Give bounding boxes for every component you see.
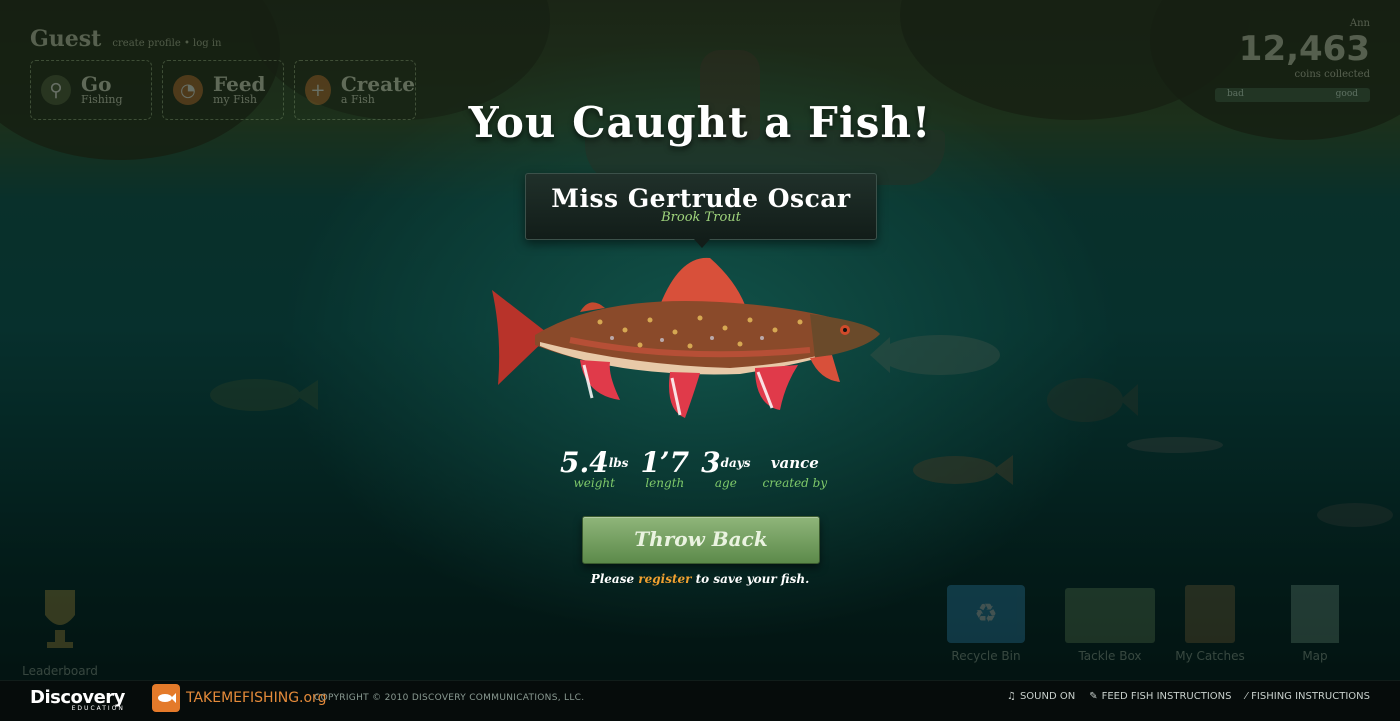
map-button[interactable]: Map bbox=[1285, 585, 1345, 663]
fishing-instructions-link[interactable]: ⁄ FISHING INSTRUCTIONS bbox=[1246, 691, 1371, 702]
creator-stat: vance created by bbox=[763, 448, 828, 490]
recycle-bin-label: Recycle Bin bbox=[951, 649, 1021, 663]
recycle-icon: ♻ bbox=[947, 585, 1025, 643]
recycle-bin-button[interactable]: ♻ Recycle Bin bbox=[946, 585, 1026, 663]
fishing-rod-icon: ⁄ bbox=[1245, 691, 1248, 702]
creator-label: created by bbox=[762, 476, 828, 490]
catches-icon bbox=[1185, 585, 1235, 643]
register-link[interactable]: register bbox=[638, 572, 691, 586]
profile-links[interactable]: create profile • log in bbox=[112, 38, 221, 49]
sound-toggle[interactable]: ♫ SOUND ON bbox=[1007, 691, 1075, 702]
sound-label: SOUND ON bbox=[1019, 691, 1076, 702]
creator-value: vance bbox=[770, 454, 819, 472]
takemefishing-logo[interactable]: TAKEMEFISHING.org bbox=[152, 684, 326, 712]
user-area: Guest create profile • log in bbox=[30, 26, 221, 52]
tackle-box-label: Tackle Box bbox=[1078, 649, 1142, 663]
score-sub: coins collected bbox=[1294, 69, 1370, 80]
score-value: 12,463 bbox=[1238, 29, 1370, 69]
leaderboard-button[interactable]: Leaderboard bbox=[20, 585, 100, 678]
music-note-icon: ♫ bbox=[1006, 691, 1016, 702]
nav-title: Create bbox=[340, 72, 415, 96]
feather-icon: ✎ bbox=[1089, 691, 1098, 702]
user-name: Guest bbox=[30, 26, 102, 52]
fish-name: Miss Gertrude Oscar bbox=[551, 184, 851, 213]
discovery-logo[interactable]: Discovery EDUCATION bbox=[30, 687, 125, 712]
length-stat: 1’7 length bbox=[640, 446, 690, 491]
fish-nameplate: Miss Gertrude Oscar Brook Trout bbox=[525, 173, 877, 248]
fish-logo-icon bbox=[152, 684, 180, 712]
age-stat: 3days age bbox=[701, 446, 751, 491]
tackle-box-button[interactable]: Tackle Box bbox=[1060, 585, 1160, 663]
age-unit: days bbox=[720, 456, 751, 470]
score-label: Ann bbox=[1349, 18, 1370, 29]
score-panel: Ann 12,463 coins collected bbox=[1239, 18, 1370, 80]
my-catches-label: My Catches bbox=[1175, 649, 1245, 663]
trophy-icon bbox=[45, 590, 75, 648]
feed-instructions-link[interactable]: ✎ FEED FISH INSTRUCTIONS bbox=[1089, 691, 1231, 702]
nav-title: Go bbox=[81, 72, 112, 96]
footer: Discovery EDUCATION TAKEMEFISHING.org CO… bbox=[0, 680, 1400, 721]
map-icon bbox=[1291, 585, 1339, 643]
caught-headline: You Caught a Fish! bbox=[468, 98, 932, 147]
weight-stat: 5.4lbs weight bbox=[560, 446, 629, 491]
footer-links: ♫ SOUND ON ✎ FEED FISH INSTRUCTIONS ⁄ FISHI… bbox=[1007, 691, 1370, 702]
map-label: Map bbox=[1302, 649, 1328, 663]
leaderboard-label: Leaderboard bbox=[22, 664, 98, 678]
age-value: 3 bbox=[701, 446, 721, 479]
feed-instructions-label: FEED FISH INSTRUCTIONS bbox=[1101, 691, 1232, 702]
fishing-instructions-label: FISHING INSTRUCTIONS bbox=[1251, 691, 1370, 702]
brook-trout-icon bbox=[492, 257, 880, 418]
length-value: 1’7 bbox=[640, 446, 690, 479]
register-message: Please register to save your fish. bbox=[0, 572, 1400, 586]
weight-unit: lbs bbox=[608, 456, 629, 470]
my-catches-button[interactable]: My Catches bbox=[1170, 585, 1250, 663]
tackle-box-icon bbox=[1065, 588, 1155, 643]
register-suffix: to save your fish. bbox=[691, 572, 810, 586]
takemefishing-text: TAKEMEFISHING.org bbox=[186, 690, 327, 706]
throw-back-button[interactable]: Throw Back bbox=[582, 516, 820, 564]
copyright-text: COPYRIGHT © 2010 DISCOVERY COMMUNICATION… bbox=[314, 693, 585, 703]
length-label: length bbox=[645, 476, 685, 490]
fish-stats: 5.4lbs weight 1’7 length 3days age vance… bbox=[560, 446, 828, 491]
register-prefix: Please bbox=[590, 572, 639, 586]
nav-title: Feed bbox=[213, 72, 266, 96]
weight-value: 5.4 bbox=[560, 446, 609, 479]
